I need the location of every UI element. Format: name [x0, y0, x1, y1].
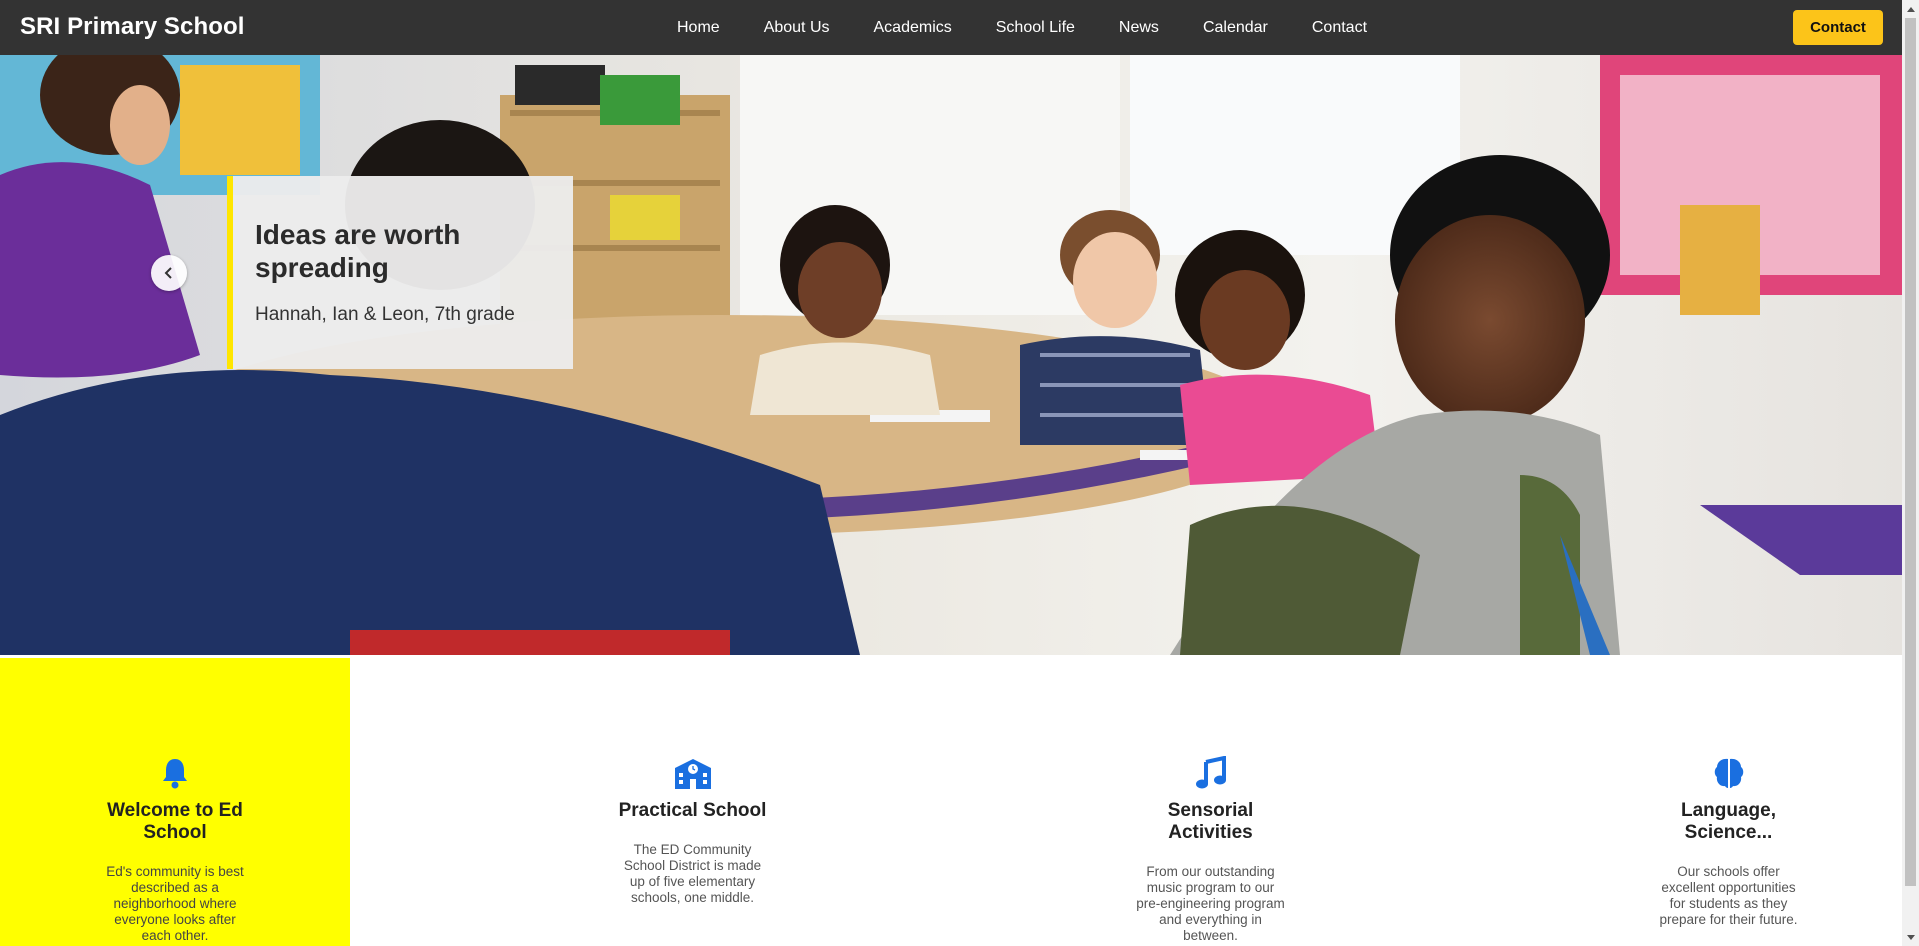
music-note-icon — [1195, 756, 1226, 789]
feature-description: Ed's community is best described as a ne… — [106, 864, 244, 943]
feature-description: From our outstanding music program to ou… — [1136, 864, 1285, 943]
feature-title: Sensorial Activities — [1167, 800, 1254, 843]
hero-carousel: Ideas are worth spreading Hannah, Ian & … — [0, 55, 1902, 655]
nav-link-academics[interactable]: Academics — [852, 19, 974, 37]
scroll-up-arrow-icon[interactable] — [1902, 0, 1919, 17]
feature-card-practical-school: Practical School The ED Community School… — [544, 658, 841, 946]
hero-caption-title: Ideas are worth spreading — [255, 219, 461, 283]
hero-caption: Ideas are worth spreading Hannah, Ian & … — [227, 176, 573, 369]
feature-card-sensorial-activities: Sensorial Activities From our outstandin… — [1062, 658, 1359, 946]
scroll-down-arrow-icon[interactable] — [1902, 929, 1919, 946]
feature-title: Language, Science... — [1680, 800, 1776, 843]
feature-description: Our schools offer excellent opportunitie… — [1659, 864, 1798, 927]
feature-card-welcome: Welcome to Ed School Ed's community is b… — [0, 658, 350, 946]
top-navbar: SRI Primary School Home About Us Academi… — [0, 0, 1902, 55]
bell-icon — [163, 759, 187, 789]
hero-caption-subtitle: Hannah, Ian & Leon, 7th grade — [255, 304, 515, 325]
contact-button[interactable]: Contact — [1793, 10, 1883, 45]
feature-card-language-science: Language, Science... Our schools offer e… — [1580, 658, 1877, 946]
nav-link-news[interactable]: News — [1097, 19, 1181, 37]
brain-icon — [1714, 758, 1743, 788]
nav-link-contact[interactable]: Contact — [1290, 19, 1389, 37]
carousel-prev-button[interactable] — [151, 255, 187, 291]
site-brand[interactable]: SRI Primary School — [20, 13, 245, 41]
scrollbar-thumb[interactable] — [1905, 18, 1916, 886]
features-section: Welcome to Ed School Ed's community is b… — [0, 658, 1902, 946]
feature-description: The ED Community School District is made… — [623, 842, 762, 905]
nav-link-home[interactable]: Home — [655, 19, 742, 37]
feature-title: Practical School — [618, 800, 767, 821]
nav-link-calendar[interactable]: Calendar — [1181, 19, 1290, 37]
feature-title: Welcome to Ed School — [107, 800, 243, 843]
vertical-scrollbar[interactable] — [1902, 0, 1919, 946]
chevron-left-icon — [164, 267, 172, 279]
nav-link-school-life[interactable]: School Life — [974, 19, 1097, 37]
main-nav: Home About Us Academics School Life News… — [655, 0, 1389, 55]
nav-link-about-us[interactable]: About Us — [742, 19, 852, 37]
school-building-icon — [674, 759, 711, 789]
